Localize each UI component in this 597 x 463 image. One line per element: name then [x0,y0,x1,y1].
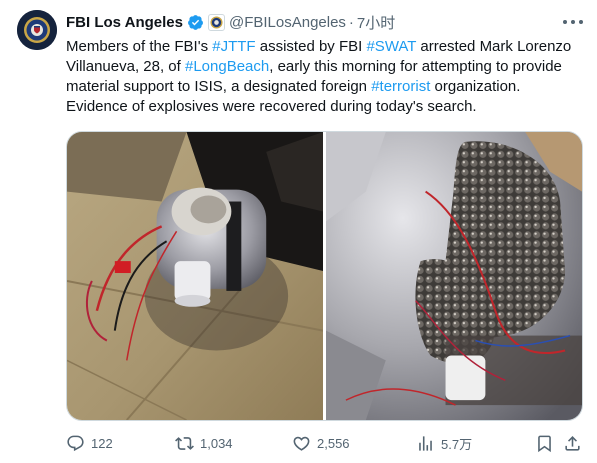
tweet-text-line: Members of the FBI's #JTTF assisted by F… [66,37,586,57]
views-count: 5.7万 [441,436,473,452]
more-options-button[interactable] [563,14,583,30]
repost-button[interactable]: 1,034 [175,431,233,455]
tweet-text-line: Villanueva, 28, of #LongBeach, early thi… [66,57,586,77]
reply-button[interactable]: 122 [66,431,113,455]
tweet-timestamp[interactable]: 7小时 [357,12,395,33]
bookmark-button[interactable] [535,431,554,455]
share-button[interactable] [563,431,582,455]
tweet-text-segment: Members of the FBI's [66,38,213,55]
tweet-text-segment: arrested Mark Lorenzo [416,38,572,55]
more-icon-dot [563,20,567,24]
hashtag-link[interactable]: #LongBeach [185,58,269,75]
repost-icon [175,436,194,450]
repost-count: 1,034 [200,435,233,451]
affiliation-badge[interactable] [207,13,225,31]
tweet-text-segment: material support to ISIS, a designated f… [66,78,372,95]
fbi-affiliation-icon [210,15,223,29]
header-separator: · [348,13,354,31]
hashtag-link[interactable]: #JTTF [212,38,255,55]
hashtag-link[interactable]: #SWAT [366,38,416,55]
more-icon-dot [579,20,583,24]
tweet-actions: 122 1,034 2,556 5.7万 [66,431,585,455]
reply-count: 122 [91,435,113,451]
photo-device-on-floor[interactable] [67,132,323,420]
views-button[interactable]: 5.7万 [416,431,472,455]
tweet-header: FBI Los Angeles @FBILosAngeles · 7小时 [66,11,395,33]
author-handle[interactable]: @FBILosAngeles [229,14,346,31]
heart-icon [293,436,310,451]
tweet-text-segment: Evidence of explosives were recovered du… [66,98,477,115]
tweet-text-line: material support to ISIS, a designated f… [66,77,586,97]
avatar[interactable] [17,10,57,50]
like-count: 2,556 [317,435,350,451]
share-icon [565,435,580,451]
more-icon-dot [571,20,575,24]
tweet-text-segment: assisted by FBI [255,38,367,55]
tweet-text-segment: organization. [430,78,521,95]
photo-ball-bearings[interactable] [325,132,582,420]
tweet-text-segment: Villanueva, 28, of [66,58,185,75]
reply-icon [67,435,84,451]
tweet-text-segment: , early this morning for attempting to p… [269,58,562,75]
verified-badge-icon[interactable] [187,14,204,31]
bookmark-icon [538,435,551,452]
fbi-seal-logo [17,10,57,50]
tweet-text: Members of the FBI's #JTTF assisted by F… [66,37,586,117]
like-button[interactable]: 2,556 [292,431,350,455]
author-name[interactable]: FBI Los Angeles [66,14,183,31]
tweet-text-line: Evidence of explosives were recovered du… [66,97,586,117]
media-grid [66,131,583,421]
views-icon [419,435,432,451]
hashtag-link[interactable]: #terrorist [371,78,430,95]
